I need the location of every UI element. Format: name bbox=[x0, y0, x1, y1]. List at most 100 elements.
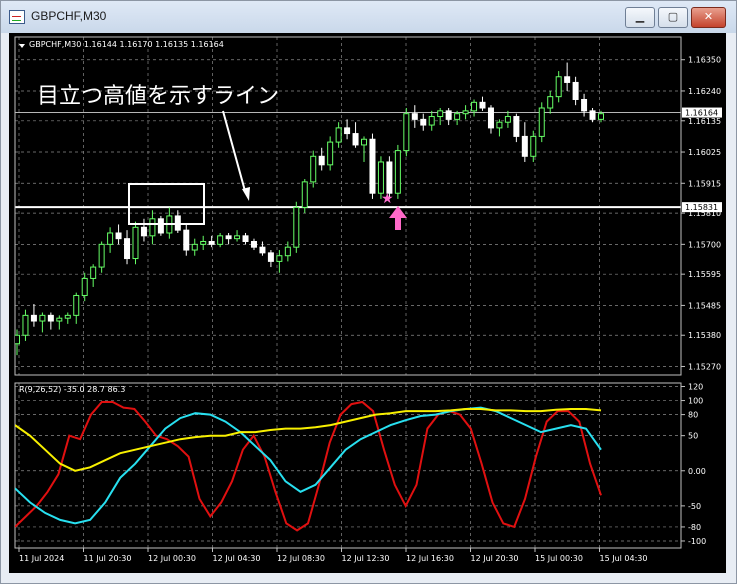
current-price-tag-label: 1.16164 bbox=[685, 109, 718, 118]
candle-body bbox=[411, 113, 418, 120]
up-arrow-marker-icon bbox=[389, 206, 407, 230]
indicator-series-line bbox=[15, 400, 602, 532]
candle-body bbox=[386, 161, 393, 194]
x-tick-label: 12 Jul 12:30 bbox=[342, 554, 390, 563]
candle-body bbox=[530, 135, 537, 157]
candle-body bbox=[15, 334, 20, 345]
y-tick-label: 80 bbox=[688, 411, 698, 420]
candle-body bbox=[98, 243, 105, 268]
candle-body bbox=[344, 127, 351, 135]
close-button[interactable]: ✕ bbox=[691, 7, 726, 28]
x-tick-label: 12 Jul 20:30 bbox=[471, 554, 519, 563]
annotation-arrow-line bbox=[222, 110, 246, 192]
candle-body bbox=[454, 113, 461, 120]
candle-body bbox=[504, 116, 511, 123]
indicator-label: R(9,26,52) -35.0 28.7 86.3 bbox=[19, 385, 125, 394]
candle-body bbox=[242, 235, 249, 243]
chart-svg: 11 Jul 2024 11 Jul 20:30 12 Jul 00:30 12 Ju… bbox=[14, 36, 722, 563]
y-tick-label: 1.15380 bbox=[688, 331, 721, 340]
candle-body bbox=[47, 314, 54, 322]
collapse-triangle-icon[interactable] bbox=[19, 44, 25, 48]
candle-body bbox=[310, 155, 317, 183]
candle-body bbox=[107, 232, 114, 245]
candle-body bbox=[22, 314, 29, 336]
x-tick-label: 12 Jul 16:30 bbox=[406, 554, 454, 563]
candle-body bbox=[115, 232, 122, 240]
candle-body bbox=[301, 181, 308, 208]
y-tick-label: 120 bbox=[688, 383, 703, 392]
candle-body bbox=[157, 218, 164, 234]
y-tick-label: 1.15595 bbox=[688, 270, 721, 279]
y-tick-label: -80 bbox=[688, 523, 701, 532]
candle-body bbox=[564, 76, 571, 83]
symbol-info: GBPCHF,M30 1.16144 1.16170 1.16135 1.161… bbox=[29, 40, 224, 49]
x-tick-label: 15 Jul 00:30 bbox=[535, 554, 583, 563]
candle-body bbox=[513, 116, 520, 137]
candle-body bbox=[479, 101, 486, 109]
candle-body bbox=[589, 110, 596, 120]
candle-body bbox=[64, 314, 71, 319]
candle-body bbox=[572, 81, 579, 100]
minimize-button[interactable]: ▁ bbox=[625, 7, 655, 28]
candle-body bbox=[234, 235, 241, 240]
x-tick-label: 11 Jul 2024 bbox=[19, 554, 64, 563]
candle-body bbox=[394, 150, 401, 194]
candle-body bbox=[361, 138, 368, 146]
candle-body bbox=[217, 235, 224, 245]
candle-body bbox=[471, 101, 478, 112]
y-tick-label: 0.00 bbox=[688, 467, 706, 476]
candle-body bbox=[555, 76, 562, 98]
candle-body bbox=[327, 141, 334, 166]
candle-body bbox=[250, 241, 257, 248]
candle-body bbox=[124, 238, 131, 260]
candle-body bbox=[547, 96, 554, 109]
candle-body bbox=[462, 110, 469, 115]
candle-body bbox=[81, 277, 88, 296]
candle-body bbox=[149, 218, 156, 237]
title-bar[interactable]: GBPCHF,M30 ▁ ▢ ✕ bbox=[1, 1, 736, 33]
y-tick-label: 100 bbox=[688, 397, 703, 406]
candle-body bbox=[437, 110, 444, 118]
candle-body bbox=[403, 113, 410, 152]
candle-body bbox=[267, 252, 274, 262]
candle-body bbox=[183, 229, 190, 251]
y-tick-label: 1.15485 bbox=[688, 301, 721, 310]
y-tick-label: 1.16135 bbox=[688, 117, 721, 126]
candle-body bbox=[352, 133, 359, 146]
y-tick-label: 1.16025 bbox=[688, 148, 721, 157]
annotation-text: 目立つ高値を示すライン bbox=[37, 84, 279, 109]
candle-body bbox=[39, 314, 46, 322]
candle-body bbox=[445, 110, 452, 120]
y-tick-label: 50 bbox=[688, 432, 698, 441]
candle-body bbox=[335, 127, 342, 143]
y-tick-label: 1.16240 bbox=[688, 87, 721, 96]
key-level-tag-label: 1.15831 bbox=[685, 203, 718, 212]
candle-body bbox=[56, 317, 63, 322]
y-tick-label: 1.16350 bbox=[688, 56, 721, 65]
chart-area[interactable]: 11 Jul 2024 11 Jul 20:30 12 Jul 00:30 12 Ju… bbox=[9, 33, 726, 573]
y-tick-label: -100 bbox=[688, 537, 706, 546]
candle-body bbox=[191, 243, 198, 251]
indicator-lines bbox=[15, 400, 602, 532]
x-tick-label: 12 Jul 04:30 bbox=[213, 554, 261, 563]
x-tick-label: 11 Jul 20:30 bbox=[84, 554, 132, 563]
candle-body bbox=[318, 155, 325, 166]
candle-body bbox=[200, 241, 207, 245]
star-marker-icon: ★ bbox=[381, 191, 394, 207]
candle-body bbox=[420, 118, 427, 126]
candle-body bbox=[581, 98, 588, 112]
y-tick-label: -50 bbox=[688, 502, 701, 511]
candle-body bbox=[140, 226, 147, 237]
chart-window: GBPCHF,M30 ▁ ▢ ✕ 11 Jul 2024 11 Jul 20:30… bbox=[0, 0, 737, 584]
candle-body bbox=[208, 241, 215, 245]
x-tick-label: 12 Jul 00:30 bbox=[148, 554, 196, 563]
candle-body bbox=[538, 107, 545, 137]
window-title: GBPCHF,M30 bbox=[31, 9, 107, 23]
candle-body bbox=[90, 266, 97, 279]
y-tick-label: 1.15915 bbox=[688, 179, 721, 188]
y-tick-label: 1.15700 bbox=[688, 240, 721, 249]
axes: 11 Jul 2024 11 Jul 20:30 12 Jul 00:30 12 Ju… bbox=[18, 56, 722, 563]
maximize-button[interactable]: ▢ bbox=[658, 7, 688, 28]
candle-body bbox=[293, 206, 300, 248]
candle-body bbox=[259, 246, 266, 254]
